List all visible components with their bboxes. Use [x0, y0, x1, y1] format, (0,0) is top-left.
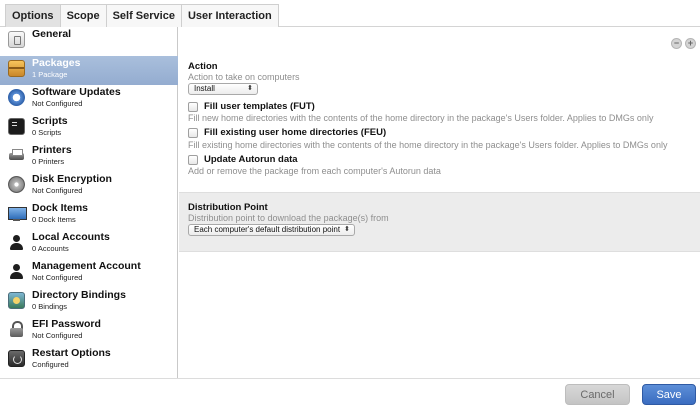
fut-label: Fill user templates (FUT): [204, 101, 315, 112]
sidebar-item-subtitle: 0 Scripts: [32, 128, 62, 137]
sidebar-item-management-account[interactable]: Management Account Not Configured: [0, 259, 178, 288]
sidebar-item-title: General: [32, 28, 72, 40]
tab-user-interaction[interactable]: User Interaction: [180, 4, 279, 27]
sidebar-item-subtitle: Not Configured: [32, 99, 83, 108]
sidebar-item-subtitle: Not Configured: [32, 331, 83, 340]
sidebar-item-disk-encryption[interactable]: Disk Encryption Not Configured: [0, 172, 178, 201]
sidebar-item-packages[interactable]: Packages 1 Package: [0, 56, 178, 85]
package-icon: [8, 60, 25, 77]
sidebar-item-subtitle: 0 Dock Items: [32, 215, 76, 224]
user-icon: [8, 263, 25, 280]
action-select-value: Install: [194, 84, 215, 93]
autorun-row: Update Autorun data: [188, 154, 298, 165]
sidebar-item-efi-password[interactable]: EFI Password Not Configured: [0, 317, 178, 346]
distribution-point-label: Distribution Point: [188, 202, 268, 213]
sidebar-item-general[interactable]: General: [0, 27, 178, 56]
autorun-label: Update Autorun data: [204, 154, 298, 165]
sidebar-item-subtitle: Not Configured: [32, 186, 83, 195]
distribution-point-section: Distribution Point Distribution point to…: [179, 192, 700, 252]
fut-help: Fill new home directories with the conte…: [188, 113, 654, 123]
sidebar-item-title: Local Accounts: [32, 231, 110, 243]
sidebar-item-subtitle: Configured: [32, 360, 69, 369]
tab-self-service[interactable]: Self Service: [105, 4, 182, 27]
package-settings-panel: − + Action Action to take on computers I…: [179, 27, 700, 378]
autorun-help: Add or remove the package from each comp…: [188, 166, 441, 176]
feu-help: Fill existing home directories with the …: [188, 140, 668, 150]
script-terminal-icon: [8, 118, 25, 135]
sidebar-item-title: Scripts: [32, 115, 68, 127]
remove-package-icon[interactable]: −: [671, 38, 682, 49]
chevron-updown-icon: ⬍: [247, 85, 253, 92]
tab-scope[interactable]: Scope: [59, 4, 107, 27]
sidebar-item-subtitle: 1 Package: [32, 70, 68, 79]
dock-icon: [8, 205, 27, 222]
lock-icon: [8, 321, 25, 338]
fut-checkbox[interactable]: [188, 101, 198, 112]
tab-bar: Options Scope Self Service User Interact…: [0, 0, 700, 27]
action-help: Action to take on computers: [188, 72, 300, 82]
sidebar-item-title: Printers: [32, 144, 72, 156]
sidebar-item-title: Disk Encryption: [32, 173, 112, 185]
sidebar-item-printers[interactable]: Printers 0 Printers: [0, 143, 178, 172]
sidebar-item-software-updates[interactable]: Software Updates Not Configured: [0, 85, 178, 114]
sidebar-item-subtitle: 0 Bindings: [32, 302, 68, 311]
sidebar-item-title: EFI Password: [32, 318, 101, 330]
feu-label: Fill existing user home directories (FEU…: [204, 127, 387, 138]
printer-icon: [8, 147, 25, 164]
sidebar: General Packages 1 Package Software Upda…: [0, 27, 178, 378]
software-update-icon: [8, 89, 25, 106]
distribution-point-select[interactable]: Each computer's default distribution poi…: [188, 224, 355, 236]
autorun-checkbox[interactable]: [188, 154, 198, 165]
cancel-button[interactable]: Cancel: [565, 384, 630, 405]
user-icon: [8, 234, 25, 251]
action-label: Action: [188, 61, 218, 72]
save-button[interactable]: Save: [642, 384, 696, 405]
general-icon: [8, 31, 25, 48]
tab-options[interactable]: Options: [5, 4, 61, 27]
sidebar-item-title: Software Updates: [32, 86, 121, 98]
sidebar-item-scripts[interactable]: Scripts 0 Scripts: [0, 114, 178, 143]
distribution-point-value: Each computer's default distribution poi…: [194, 225, 341, 234]
sidebar-item-subtitle: 0 Printers: [32, 157, 65, 166]
restart-icon: [8, 350, 25, 367]
sidebar-item-subtitle: Not Configured: [32, 273, 83, 282]
disk-icon: [8, 176, 25, 193]
sidebar-item-title: Directory Bindings: [32, 289, 126, 301]
sidebar-item-title: Restart Options: [32, 347, 111, 359]
sidebar-item-title: Management Account: [32, 260, 141, 272]
chevron-updown-icon: ⬍: [344, 226, 350, 233]
sidebar-item-local-accounts[interactable]: Local Accounts 0 Accounts: [0, 230, 178, 259]
distribution-point-help: Distribution point to download the packa…: [188, 213, 389, 223]
sidebar-item-subtitle: 0 Accounts: [32, 244, 69, 253]
sidebar-item-dock-items[interactable]: Dock Items 0 Dock Items: [0, 201, 178, 230]
footer-bar: Cancel Save: [0, 378, 700, 408]
sidebar-item-restart-options[interactable]: Restart Options Configured: [0, 346, 178, 375]
sidebar-item-directory-bindings[interactable]: Directory Bindings 0 Bindings: [0, 288, 178, 317]
sidebar-item-title: Dock Items: [32, 202, 89, 214]
sidebar-item-title: Packages: [32, 57, 81, 69]
feu-checkbox[interactable]: [188, 127, 198, 138]
action-select[interactable]: Install ⬍: [188, 83, 258, 95]
fut-row: Fill user templates (FUT): [188, 101, 315, 112]
add-package-icon[interactable]: +: [685, 38, 696, 49]
feu-row: Fill existing user home directories (FEU…: [188, 127, 386, 138]
directory-icon: [8, 292, 25, 309]
